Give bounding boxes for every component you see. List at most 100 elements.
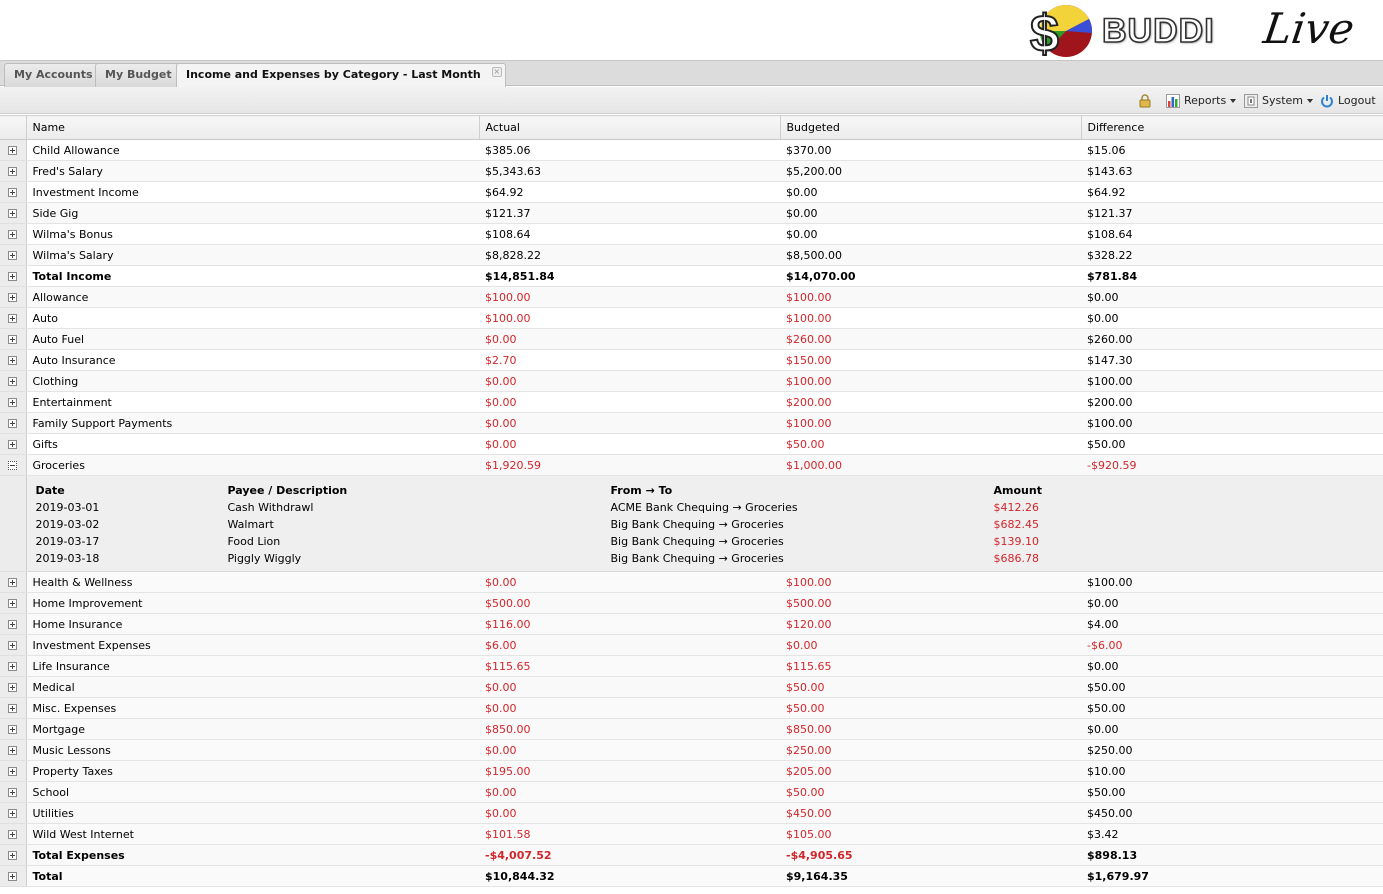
income-row[interactable]: Child Allowance $385.06 $370.00 $15.06 — [0, 139, 1383, 161]
transaction-detail-panel: Date Payee / Description From → To Amount 20… — [26, 475, 1383, 572]
expand-icon[interactable] — [8, 704, 18, 713]
expand-icon[interactable] — [8, 851, 18, 860]
report-grid: Name Actual Budgeted Difference Child Al… — [0, 115, 1383, 894]
tab-label: Income and Expenses by Category - Last M… — [186, 68, 481, 81]
expand-icon[interactable] — [8, 419, 18, 428]
expense-row[interactable]: Family Support Payments $0.00 $100.00 $100.… — [0, 412, 1383, 434]
expand-icon[interactable] — [8, 314, 18, 323]
expense-row[interactable]: Gifts $0.00 $50.00 $50.00 — [0, 433, 1383, 455]
expense-row[interactable]: Medical $0.00 $50.00 $50.00 — [0, 676, 1383, 698]
cell-actual: $0.00 — [479, 676, 780, 698]
expense-row[interactable]: School $0.00 $50.00 $50.00 — [0, 781, 1383, 803]
expander-cell — [0, 781, 27, 803]
expand-icon[interactable] — [8, 440, 18, 449]
tab-my-accounts[interactable]: My Accounts — [4, 63, 103, 87]
expense-row[interactable]: Property Taxes $195.00 $205.00 $10.00 — [0, 760, 1383, 782]
expense-row[interactable]: Mortgage $850.00 $850.00 $0.00 — [0, 718, 1383, 740]
cell-actual: $14,851.84 — [479, 265, 780, 287]
expand-icon[interactable] — [8, 809, 18, 818]
cell-budgeted: $150.00 — [780, 349, 1081, 371]
total-income-row[interactable]: Total Income $14,851.84 $14,070.00 $781.84 — [0, 265, 1383, 287]
transaction-from-to: Big Bank Chequing → Groceries — [610, 535, 784, 548]
expense-row[interactable]: Life Insurance $115.65 $115.65 $0.00 — [0, 655, 1383, 677]
tab-income-expenses-report[interactable]: Income and Expenses by Category - Last M… — [176, 63, 506, 88]
expense-row[interactable]: Home Insurance $116.00 $120.00 $4.00 — [0, 613, 1383, 635]
transaction-row[interactable]: 2019-03-02 Walmart Big Bank Chequing → Gro… — [27, 516, 1383, 533]
expand-icon[interactable] — [8, 398, 18, 407]
reports-menu-button[interactable]: Reports — [1166, 93, 1237, 109]
transaction-payee: Walmart — [227, 518, 274, 531]
logout-button[interactable]: Logout — [1320, 93, 1376, 109]
expand-icon[interactable] — [8, 146, 18, 155]
expense-row-expanded[interactable]: Groceries $1,920.59 $1,000.00 -$920.59 — [0, 454, 1383, 476]
lock-button[interactable] — [1138, 93, 1156, 109]
expand-icon[interactable] — [8, 725, 18, 734]
expense-row[interactable]: Wild West Internet $101.58 $105.00 $3.42 — [0, 823, 1383, 845]
column-header-difference[interactable]: Difference — [1081, 115, 1383, 140]
total-expenses-row[interactable]: Total Expenses -$4,007.52 -$4,905.65 $898.1… — [0, 844, 1383, 866]
expense-row[interactable]: Auto $100.00 $100.00 $0.00 — [0, 307, 1383, 329]
expand-icon[interactable] — [8, 272, 18, 281]
expand-icon[interactable] — [8, 872, 18, 881]
expand-icon[interactable] — [8, 830, 18, 839]
expand-icon[interactable] — [8, 767, 18, 776]
column-header-name[interactable]: Name — [26, 115, 480, 140]
collapse-icon[interactable] — [8, 461, 18, 470]
expand-icon[interactable] — [8, 356, 18, 365]
expand-icon[interactable] — [8, 746, 18, 755]
expand-icon[interactable] — [8, 620, 18, 629]
income-row[interactable]: Wilma's Salary $8,828.22 $8,500.00 $328.22 — [0, 244, 1383, 266]
transaction-row[interactable]: 2019-03-18 Piggly Wiggly Big Bank Chequing… — [27, 550, 1383, 567]
expand-icon[interactable] — [8, 377, 18, 386]
system-menu-button[interactable]: System — [1244, 93, 1314, 109]
income-row[interactable]: Side Gig $121.37 $0.00 $121.37 — [0, 202, 1383, 224]
expense-row[interactable]: Utilities $0.00 $450.00 $450.00 — [0, 802, 1383, 824]
tab-my-budget[interactable]: My Budget — [95, 63, 182, 87]
income-row[interactable]: Investment Income $64.92 $0.00 $64.92 — [0, 181, 1383, 203]
expand-icon[interactable] — [8, 641, 18, 650]
expand-icon[interactable] — [8, 293, 18, 302]
expander-cell — [0, 223, 27, 245]
cell-budgeted: $8,500.00 — [780, 244, 1081, 266]
cell-actual: $195.00 — [479, 760, 780, 782]
expand-icon[interactable] — [8, 209, 18, 218]
income-row[interactable]: Fred's Salary $5,343.63 $5,200.00 $143.63 — [0, 160, 1383, 182]
transaction-row[interactable]: 2019-03-17 Food Lion Big Bank Chequing → G… — [27, 533, 1383, 550]
expand-icon[interactable] — [8, 683, 18, 692]
grand-total-row[interactable]: Total $10,844.32 $9,164.35 $1,679.97 — [0, 865, 1383, 887]
expander-cell — [0, 160, 27, 182]
column-header-actual[interactable]: Actual — [479, 115, 781, 140]
expense-row[interactable]: Home Improvement $500.00 $500.00 $0.00 — [0, 592, 1383, 614]
cell-difference: $1,679.97 — [1081, 865, 1383, 887]
expand-icon[interactable] — [8, 578, 18, 587]
transaction-from-to: ACME Bank Chequing → Groceries — [610, 501, 798, 514]
expand-icon[interactable] — [8, 788, 18, 797]
expand-icon[interactable] — [8, 188, 18, 197]
cell-budgeted: $50.00 — [780, 676, 1081, 698]
cell-difference: $0.00 — [1081, 718, 1383, 740]
expense-row[interactable]: Clothing $0.00 $100.00 $100.00 — [0, 370, 1383, 392]
expense-row[interactable]: Allowance $100.00 $100.00 $0.00 — [0, 286, 1383, 308]
expense-row[interactable]: Auto Insurance $2.70 $150.00 $147.30 — [0, 349, 1383, 371]
expand-icon[interactable] — [8, 251, 18, 260]
expand-icon[interactable] — [8, 599, 18, 608]
expense-row[interactable]: Auto Fuel $0.00 $260.00 $260.00 — [0, 328, 1383, 350]
expense-row[interactable]: Music Lessons $0.00 $250.00 $250.00 — [0, 739, 1383, 761]
expand-icon[interactable] — [8, 335, 18, 344]
transaction-row[interactable]: 2019-03-01 Cash Withdrawl ACME Bank Chequi… — [27, 499, 1383, 516]
expand-icon[interactable] — [8, 230, 18, 239]
expand-icon[interactable] — [8, 662, 18, 671]
expander-cell — [0, 760, 27, 782]
column-header-budgeted[interactable]: Budgeted — [780, 115, 1082, 140]
cell-name: Child Allowance — [26, 139, 479, 161]
income-row[interactable]: Wilma's Bonus $108.64 $0.00 $108.64 — [0, 223, 1383, 245]
expander-cell — [0, 454, 27, 476]
expense-row[interactable]: Health & Wellness $0.00 $100.00 $100.00 — [0, 571, 1383, 593]
close-tab-icon[interactable]: × — [491, 67, 502, 77]
expand-icon[interactable] — [8, 167, 18, 176]
cell-actual: $0.00 — [479, 370, 780, 392]
expense-row[interactable]: Investment Expenses $6.00 $0.00 -$6.00 — [0, 634, 1383, 656]
expense-row[interactable]: Misc. Expenses $0.00 $50.00 $50.00 — [0, 697, 1383, 719]
logo-live-script: Live — [1260, 4, 1358, 53]
expense-row[interactable]: Entertainment $0.00 $200.00 $200.00 — [0, 391, 1383, 413]
